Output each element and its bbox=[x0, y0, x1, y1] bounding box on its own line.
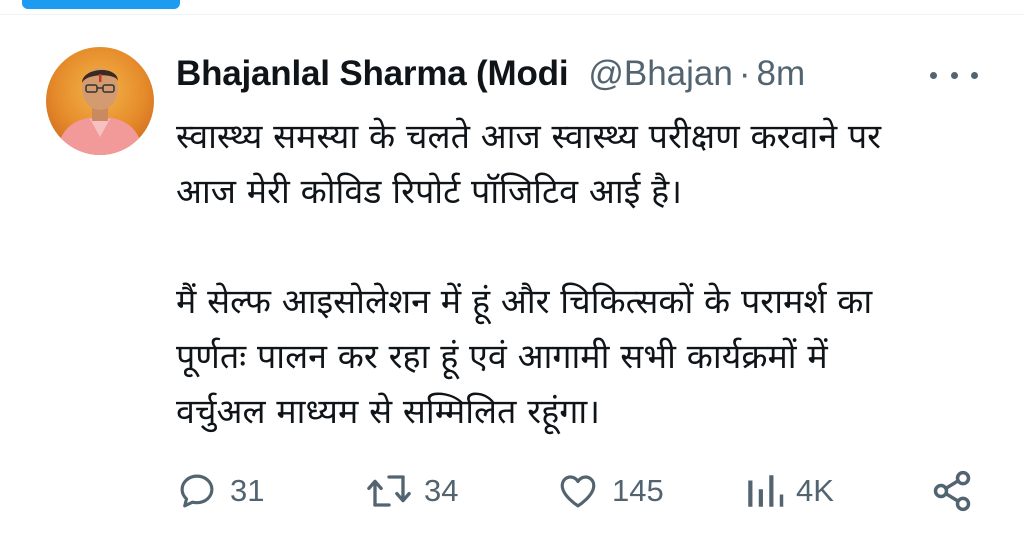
author-display-name[interactable]: Bhajanlal Sharma (Modi bbox=[176, 54, 569, 94]
retweet-button[interactable]: 34 bbox=[366, 468, 458, 514]
like-count: 145 bbox=[612, 473, 664, 508]
tweet-line: आज मेरी कोविड रिपोर्ट पॉजिटिव आई है। bbox=[176, 172, 683, 212]
more-dot bbox=[971, 71, 978, 79]
share-icon bbox=[930, 469, 974, 513]
more-dot bbox=[950, 71, 958, 79]
separator-dot: · bbox=[738, 54, 751, 93]
retweet-icon bbox=[366, 470, 412, 512]
tweet-line: वर्चुअल माध्यम से सम्मिलित रहूंगा। bbox=[176, 392, 601, 432]
author-handle[interactable]: @Bhajan bbox=[588, 54, 733, 94]
views-count: 4K bbox=[796, 473, 834, 508]
top-tab-indicator bbox=[22, 0, 180, 9]
views-button[interactable]: 4K bbox=[744, 468, 834, 514]
tweet-header: Bhajanlal Sharma (Modi @Bhajan · 8m bbox=[176, 50, 996, 98]
tweet-line: स्वास्थ्य समस्या के चलते आज स्वास्थ्य पर… bbox=[176, 117, 882, 157]
more-icon[interactable] bbox=[930, 60, 978, 90]
more-dot bbox=[930, 71, 937, 79]
tweet-line: पूर्णतः पालन कर रहा हूं एवं आगामी सभी का… bbox=[176, 337, 828, 377]
reply-button[interactable]: 31 bbox=[176, 468, 264, 514]
tweet-line: मैं सेल्फ आइसोलेशन में हूं और चिकित्सकों… bbox=[176, 282, 873, 322]
reply-count: 31 bbox=[230, 473, 265, 508]
timestamp[interactable]: 8m bbox=[757, 54, 806, 94]
divider bbox=[0, 14, 1024, 15]
retweet-count: 34 bbox=[424, 473, 459, 508]
avatar[interactable] bbox=[46, 47, 154, 155]
heart-icon bbox=[556, 470, 600, 512]
reply-icon bbox=[176, 470, 218, 512]
action-bar: 31 34 145 4K bbox=[176, 468, 986, 514]
share-button[interactable] bbox=[930, 468, 974, 514]
tweet-text: स्वास्थ्य समस्या के चलते आज स्वास्थ्य पर… bbox=[176, 110, 1006, 440]
views-icon bbox=[744, 470, 784, 512]
like-button[interactable]: 145 bbox=[556, 468, 664, 514]
